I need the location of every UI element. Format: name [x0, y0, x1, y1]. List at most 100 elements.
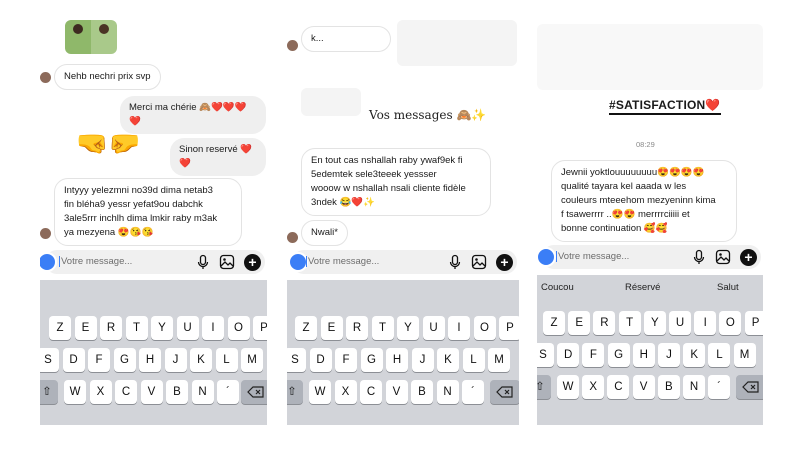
key-n[interactable]: N [683, 375, 705, 399]
key-n[interactable]: N [436, 380, 459, 404]
key-y[interactable]: Y [151, 316, 173, 340]
camera-icon[interactable] [40, 252, 57, 272]
message-composer[interactable]: Votre message... + [288, 250, 517, 274]
key-accent[interactable]: ´ [217, 380, 239, 404]
suggestion-coucou[interactable]: Coucou [541, 282, 574, 293]
key-accent[interactable]: ´ [708, 375, 731, 399]
key-h[interactable]: H [386, 348, 408, 372]
key-h[interactable]: H [632, 343, 655, 367]
plus-icon[interactable]: + [740, 249, 757, 266]
microphone-icon[interactable] [691, 249, 707, 265]
key-l[interactable]: L [462, 348, 485, 372]
key-p[interactable]: P [744, 311, 763, 335]
backspace-icon[interactable] [490, 380, 519, 404]
key-e[interactable]: E [320, 316, 343, 340]
key-u[interactable]: U [176, 316, 199, 340]
key-u[interactable]: U [422, 316, 445, 340]
backspace-icon[interactable] [736, 375, 763, 399]
key-t[interactable]: T [371, 316, 394, 340]
key-w[interactable]: W [557, 375, 579, 399]
shift-key[interactable]: ⇧ [537, 375, 551, 399]
shared-photo-thumbnail[interactable] [65, 20, 117, 54]
message-input[interactable]: Votre message... [59, 256, 132, 267]
shift-key[interactable]: ⇧ [287, 380, 303, 404]
key-j[interactable]: J [658, 343, 680, 367]
key-i[interactable]: I [448, 316, 470, 340]
key-d[interactable]: D [309, 348, 332, 372]
key-c[interactable]: C [115, 380, 137, 404]
key-m[interactable]: M [488, 348, 510, 372]
incoming-message[interactable]: k... [301, 26, 391, 52]
key-v[interactable]: V [632, 375, 655, 399]
key-e[interactable]: E [74, 316, 97, 340]
key-u[interactable]: U [669, 311, 691, 335]
gallery-icon[interactable] [715, 249, 731, 265]
key-f[interactable]: F [582, 343, 605, 367]
key-d[interactable]: D [62, 348, 85, 372]
key-x[interactable]: X [334, 380, 357, 404]
gallery-icon[interactable] [219, 254, 235, 270]
key-o[interactable]: O [719, 311, 742, 335]
incoming-message[interactable]: En tout cas nshallah raby ywaf9ek fi 5ed… [301, 148, 491, 216]
key-l[interactable]: L [215, 348, 238, 372]
key-n[interactable]: N [191, 380, 214, 404]
key-j[interactable]: J [411, 348, 434, 372]
key-f[interactable]: F [88, 348, 110, 372]
key-b[interactable]: B [411, 380, 433, 404]
key-t[interactable]: T [618, 311, 641, 335]
key-g[interactable]: G [113, 348, 136, 372]
suggestion-reserve[interactable]: Réservé [625, 282, 660, 293]
key-i[interactable]: I [694, 311, 717, 335]
key-f[interactable]: F [335, 348, 357, 372]
key-t[interactable]: T [125, 316, 148, 340]
key-r[interactable]: R [346, 316, 368, 340]
key-k[interactable]: K [190, 348, 212, 372]
key-h[interactable]: H [139, 348, 161, 372]
camera-icon[interactable] [537, 247, 556, 267]
contact-avatar[interactable] [40, 72, 51, 83]
key-d[interactable]: D [557, 343, 580, 367]
key-b[interactable]: B [657, 375, 680, 399]
message-input[interactable]: Votre message... [556, 251, 629, 262]
contact-avatar[interactable] [287, 232, 298, 243]
suggestion-salut[interactable]: Salut [717, 282, 739, 293]
key-l[interactable]: L [708, 343, 731, 367]
contact-avatar[interactable] [40, 228, 51, 239]
camera-icon[interactable] [288, 252, 308, 272]
outgoing-message[interactable]: Sinon reservé ❤️❤️ [170, 138, 266, 176]
key-m[interactable]: M [241, 348, 263, 372]
incoming-message[interactable]: Nwali* [301, 220, 348, 246]
key-w[interactable]: W [64, 380, 86, 404]
key-k[interactable]: K [683, 343, 706, 367]
key-v[interactable]: V [140, 380, 163, 404]
plus-icon[interactable]: + [244, 254, 261, 271]
key-v[interactable]: V [385, 380, 408, 404]
key-o[interactable]: O [473, 316, 496, 340]
outgoing-message[interactable]: Merci ma chérie 🙈❤️❤️❤️❤️ [120, 96, 266, 134]
incoming-message[interactable]: Jewnii yoktlouuuuuuuu😍😍😍😍 qualité tayara… [551, 160, 737, 242]
message-composer[interactable]: Votre message... + [537, 245, 761, 269]
incoming-message[interactable]: Intyyy yelezmni no39d dima netab3 fin bl… [54, 178, 242, 246]
microphone-icon[interactable] [447, 254, 463, 270]
key-c[interactable]: C [607, 375, 630, 399]
key-y[interactable]: Y [397, 316, 419, 340]
key-z[interactable]: Z [295, 316, 317, 340]
key-k[interactable]: K [437, 348, 459, 372]
key-p[interactable]: P [253, 316, 267, 340]
key-s[interactable]: S [287, 348, 306, 372]
message-input[interactable]: Votre message... [306, 256, 379, 267]
key-x[interactable]: X [582, 375, 605, 399]
key-y[interactable]: Y [643, 311, 666, 335]
key-o[interactable]: O [227, 316, 250, 340]
key-e[interactable]: E [568, 311, 591, 335]
message-composer[interactable]: Votre message... + [40, 250, 265, 274]
key-z[interactable]: Z [543, 311, 565, 335]
key-x[interactable]: X [89, 380, 112, 404]
microphone-icon[interactable] [195, 254, 211, 270]
contact-avatar[interactable] [287, 40, 298, 51]
key-c[interactable]: C [360, 380, 382, 404]
plus-icon[interactable]: + [496, 254, 513, 271]
key-j[interactable]: J [164, 348, 187, 372]
key-w[interactable]: W [309, 380, 331, 404]
key-g[interactable]: G [607, 343, 630, 367]
